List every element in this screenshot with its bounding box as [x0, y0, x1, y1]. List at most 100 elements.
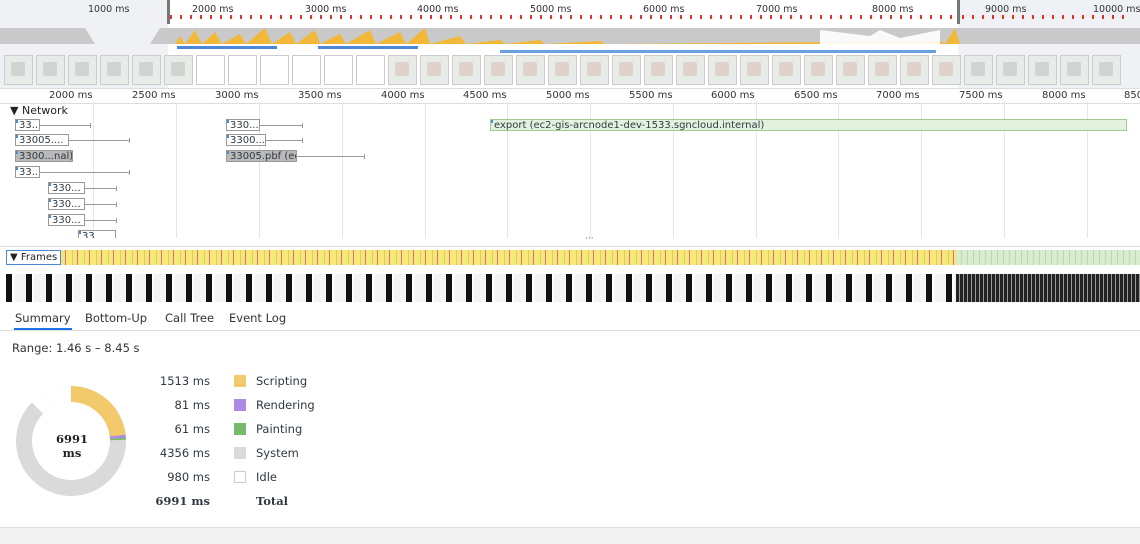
filmstrip-frame[interactable] — [68, 55, 97, 85]
filmstrip-frame[interactable] — [36, 55, 65, 85]
screenshot-filmstrip[interactable] — [4, 55, 1140, 85]
overview-tick: 7000 ms — [756, 4, 797, 15]
donut-total-label: 6991 ms — [47, 432, 97, 460]
expand-triangle-icon[interactable]: ▼ — [10, 252, 18, 263]
filmstrip-frame[interactable] — [260, 55, 289, 85]
request-whisker — [85, 204, 117, 205]
network-request[interactable]: 33005.... — [15, 134, 69, 146]
ruler-tick: 4000 ms — [381, 90, 425, 101]
network-request[interactable]: 330... — [48, 182, 85, 194]
network-activity-bar — [318, 46, 418, 49]
overview-tick: 2000 ms — [192, 4, 233, 15]
request-whisker — [69, 140, 130, 141]
legend-value: 1513 ms — [150, 374, 210, 388]
expand-triangle-icon[interactable]: ▼ — [10, 104, 18, 117]
filmstrip-frame[interactable] — [676, 55, 705, 85]
overview-tick: 9000 ms — [985, 4, 1026, 15]
donut-idle-slice — [38, 394, 72, 408]
filmstrip-frame[interactable] — [996, 55, 1025, 85]
overview-tick: 6000 ms — [643, 4, 684, 15]
tab-call-tree[interactable]: Call Tree — [164, 311, 215, 328]
tab-summary[interactable]: Summary — [14, 311, 72, 330]
request-whisker — [85, 220, 117, 221]
network-request[interactable]: 330... — [48, 198, 85, 210]
network-request[interactable]: export (ec2-gis-arcnode1-dev-1533.sgnclo… — [490, 119, 1127, 131]
ruler-tick: 2000 ms — [49, 90, 93, 101]
resize-grip[interactable]: ··· — [585, 234, 594, 244]
frame-thumbnails-idle[interactable] — [956, 274, 1140, 302]
selection-handle-left[interactable] — [167, 0, 170, 24]
filmstrip-frame[interactable] — [132, 55, 161, 85]
filmstrip-frame[interactable] — [324, 55, 353, 85]
filmstrip-frame[interactable] — [804, 55, 833, 85]
network-request[interactable]: 3300...nal) — [15, 150, 73, 162]
filmstrip-frame[interactable] — [644, 55, 673, 85]
filmstrip-frame[interactable] — [420, 55, 449, 85]
request-whisker — [40, 125, 91, 126]
ruler-tick: 3500 ms — [298, 90, 342, 101]
filmstrip-frame[interactable] — [100, 55, 129, 85]
overview-tick: 3000 ms — [305, 4, 346, 15]
network-request[interactable]: 330... — [48, 214, 85, 226]
filmstrip-frame[interactable] — [964, 55, 993, 85]
ruler-tick: 7000 ms — [876, 90, 920, 101]
request-whisker — [85, 188, 117, 189]
network-request[interactable]: 33... — [15, 166, 40, 178]
filmstrip-frame[interactable] — [452, 55, 481, 85]
filmstrip-frame[interactable] — [356, 55, 385, 85]
filmstrip-frame[interactable] — [1092, 55, 1121, 85]
filmstrip-frame[interactable] — [772, 55, 801, 85]
filmstrip-frame[interactable] — [836, 55, 865, 85]
legend-value: 61 ms — [150, 422, 210, 436]
frames-track[interactable]: ▼ Frames — [0, 246, 1140, 307]
network-request[interactable]: 33005.pbf (ec2-g... — [226, 150, 297, 162]
filmstrip-frame[interactable] — [228, 55, 257, 85]
selection-handle-right[interactable] — [957, 0, 960, 24]
filmstrip-frame[interactable] — [708, 55, 737, 85]
network-request[interactable]: 330... — [226, 119, 260, 131]
filmstrip-frame[interactable] — [900, 55, 929, 85]
legend-row-idle: 980 ms Idle — [150, 470, 370, 488]
network-request[interactable]: 33... — [15, 119, 40, 131]
filmstrip-frame[interactable] — [740, 55, 769, 85]
frames-track-header[interactable]: ▼ Frames — [6, 250, 61, 265]
tab-event-log[interactable]: Event Log — [228, 311, 287, 328]
timeline-overview[interactable]: 1000 ms 2000 ms 3000 ms 4000 ms 5000 ms … — [0, 0, 1140, 88]
network-track-header[interactable]: ▼ Network — [10, 104, 68, 117]
filmstrip-frame[interactable] — [516, 55, 545, 85]
filmstrip-frame[interactable] — [164, 55, 193, 85]
frame-thumbnails[interactable] — [6, 274, 956, 302]
filmstrip-frame[interactable] — [484, 55, 513, 85]
network-request[interactable]: 33 — [78, 230, 116, 238]
legend-total-value: 6991 ms — [150, 494, 210, 508]
network-request[interactable]: 3300... — [226, 134, 266, 146]
overview-tick: 10000 ms — [1093, 4, 1140, 15]
legend-row-system: 4356 ms System — [150, 446, 370, 464]
frames-timeline-idle[interactable] — [956, 250, 1140, 265]
network-track[interactable]: ▼ Network 33... 33005.... 3300...nal) 33… — [0, 102, 1140, 238]
filmstrip-frame[interactable] — [548, 55, 577, 85]
filmstrip-frame[interactable] — [1060, 55, 1089, 85]
filmstrip-frame[interactable] — [388, 55, 417, 85]
filmstrip-frame[interactable] — [932, 55, 961, 85]
tab-bottom-up[interactable]: Bottom-Up — [84, 311, 148, 328]
filmstrip-frame[interactable] — [1028, 55, 1057, 85]
overview-tick: 5000 ms — [530, 4, 571, 15]
ruler-tick: 3000 ms — [215, 90, 259, 101]
filmstrip-frame[interactable] — [868, 55, 897, 85]
overview-tick: 8000 ms — [872, 4, 913, 15]
ruler-tick: 5500 ms — [629, 90, 673, 101]
legend-value: 81 ms — [150, 398, 210, 412]
ruler-tick: 850 — [1124, 90, 1140, 101]
filmstrip-frame[interactable] — [292, 55, 321, 85]
filmstrip-frame[interactable] — [196, 55, 225, 85]
filmstrip-frame[interactable] — [580, 55, 609, 85]
long-task-markers — [170, 15, 955, 19]
filmstrip-frame[interactable] — [4, 55, 33, 85]
ruler-tick: 7500 ms — [959, 90, 1003, 101]
ruler-tick: 2500 ms — [132, 90, 176, 101]
legend-row-scripting: 1513 ms Scripting — [150, 374, 370, 392]
filmstrip-frame[interactable] — [612, 55, 641, 85]
ruler-tick: 8000 ms — [1042, 90, 1086, 101]
ruler-tick: 6500 ms — [794, 90, 838, 101]
